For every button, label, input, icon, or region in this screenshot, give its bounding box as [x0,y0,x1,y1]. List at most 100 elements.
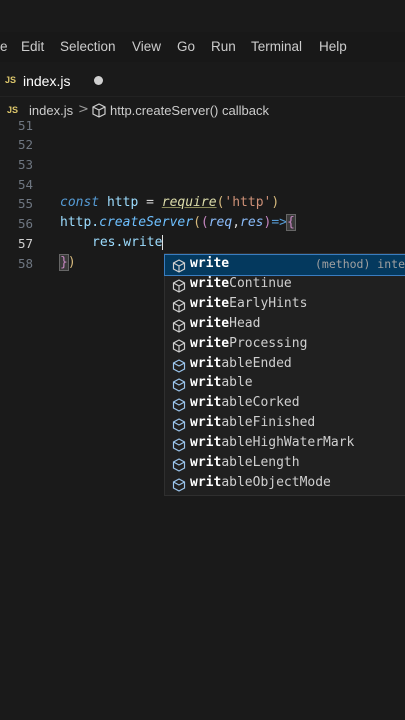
suggestion-label: writeEarlyHints [190,296,307,311]
unsaved-dot-icon[interactable] [94,76,103,85]
suggestion-rest: ableObjectMode [221,474,331,490]
suggestion-match: writ [190,355,222,371]
suggestion-item[interactable]: writable [165,374,405,394]
autocomplete-suggestions[interactable]: write (method) inter writeContinue writeEar… [164,253,405,496]
paren-token: ) [67,255,76,270]
menu-terminal[interactable]: Terminal [251,39,302,54]
suggestion-item[interactable]: write (method) inter [164,254,405,276]
keyword-token: const [60,195,100,210]
menu-selection[interactable]: Selection [60,39,116,54]
text-cursor [162,235,164,250]
suggestion-rest: ableFinished [221,415,316,431]
string-token: 'http' [224,195,272,210]
suggestion-item[interactable]: writeEarlyHints [165,295,405,315]
param-token: res [240,215,264,230]
code-line-55: const http = require('http') [60,195,279,210]
suggestion-match: writ [190,375,222,391]
menu-file[interactable]: e [0,39,8,54]
suggestion-item[interactable]: writeContinue [165,275,405,295]
function-token: require [161,195,217,210]
editor-tab-bar: JS index.js [0,66,405,97]
paren-token: ) [271,195,280,210]
suggestion-rest: ableHighWaterMark [221,435,355,451]
code-line-58: }) [59,254,76,271]
suggestion-label: writeProcessing [190,336,307,351]
suggestion-rest: ableEnded [221,355,292,371]
method-cube-icon [92,103,106,122]
method-icon [172,278,186,293]
line-number: 56 [17,216,33,231]
suggestion-rest: Continue [229,275,292,291]
param-token: req [208,215,233,230]
arrow-token: => [271,215,287,230]
suggestion-item[interactable]: writeProcessing [165,335,405,355]
breadcrumb-separator: > [78,102,89,117]
comma-token: , [232,215,241,230]
typed-text: res.write [92,235,163,250]
line-number: 54 [17,177,33,192]
suggestion-label: writableFinished [190,415,315,430]
suggestion-match: write [190,315,230,331]
menu-view[interactable]: View [132,39,161,54]
line-number: 53 [17,157,33,172]
suggestion-match: writ [190,435,222,451]
property-icon [172,417,186,432]
suggestion-rest: Head [229,315,261,331]
suggestion-item[interactable]: writableObjectMode [165,474,405,494]
suggestion-label: writableHighWaterMark [190,435,354,450]
property-icon [172,437,186,452]
operator-token: = [138,195,162,210]
suggestion-item[interactable]: writableLength [165,454,405,474]
brace-token: { [286,214,296,231]
method-icon [172,318,186,333]
code-line-56: http.createServer((req,res)=>{ [60,214,296,231]
menu-edit[interactable]: Edit [21,39,44,54]
brace-token: } [59,254,69,271]
object-token: http. [60,215,100,230]
suggestion-rest: ableLength [221,455,300,470]
method-icon [172,298,186,313]
variable-token: http [99,195,139,210]
suggestion-item[interactable]: writableEnded [165,355,405,375]
property-icon [172,477,186,492]
suggestion-rest: Processing [229,335,308,351]
code-line-57: res.write [92,235,164,250]
suggestion-item[interactable]: writeHead [165,315,405,335]
suggestion-rest: able [221,375,253,391]
javascript-file-icon: JS [7,105,19,115]
suggestion-label: writableObjectMode [190,475,331,490]
breadcrumb: JS index.js > http.createServer() callba… [0,100,405,122]
suggestion-detail: (method) inter [315,257,405,271]
method-token: createServer [99,215,194,230]
line-number: 55 [17,196,33,211]
suggestion-match: writ [190,415,222,431]
paren-token: ( [193,215,201,230]
suggestion-match: writ [190,455,222,470]
menu-go[interactable]: Go [177,39,195,54]
suggestion-match: write [190,335,230,351]
breadcrumb-symbol[interactable]: http.createServer() callback [110,103,269,118]
paren-token: ( [200,215,209,230]
breadcrumb-file[interactable]: index.js [29,103,73,118]
suggestion-item[interactable]: writableFinished [165,414,405,434]
property-icon [172,377,186,393]
suggestion-match: write [190,275,230,291]
suggestion-label: writableLength [190,455,300,470]
property-icon [172,358,186,373]
suggestion-match: write [190,295,230,311]
line-number-active: 57 [17,236,33,251]
menu-help[interactable]: Help [319,39,347,54]
suggestion-label: writable [190,375,253,390]
suggestion-item[interactable]: writableCorked [165,394,405,414]
tab-label: index.js [23,73,71,89]
line-number: 52 [17,137,33,152]
suggestion-item[interactable]: writableHighWaterMark [165,434,405,454]
method-icon [172,258,186,273]
line-number: 58 [17,256,33,271]
line-number: 51 [17,118,33,133]
menu-run[interactable]: Run [211,39,236,54]
property-icon [172,457,186,472]
menu-bar: e Edit Selection View Go Run Terminal He… [0,32,405,62]
suggestion-match: write [190,256,230,271]
suggestion-label: writeContinue [190,276,292,291]
